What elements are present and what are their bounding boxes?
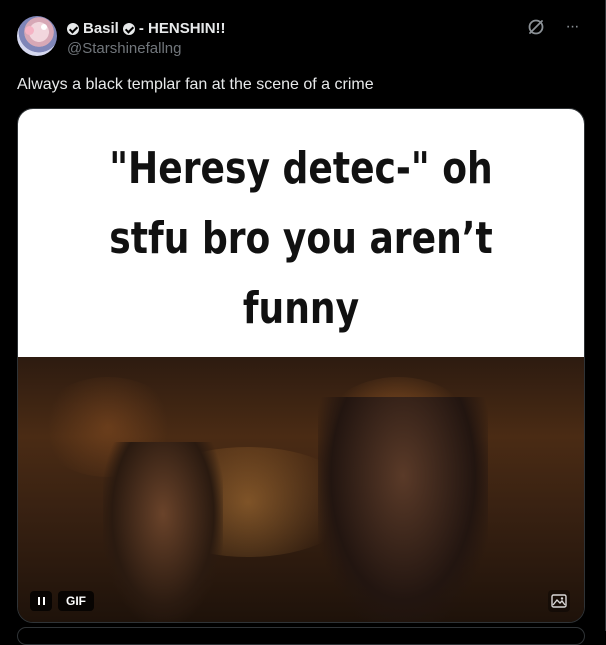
verified-badge-icon: [67, 22, 79, 35]
display-name-part-1[interactable]: Basil: [83, 20, 119, 37]
alt-image-icon[interactable]: [548, 590, 570, 612]
gif-caption-line-3: funny: [242, 283, 360, 334]
gif-caption-panel: "Heresy detec-" oh stfu bro you aren’t f…: [18, 109, 584, 357]
post-text: Always a black templar fan at the scene …: [17, 76, 374, 93]
verified-badge-icon: [122, 22, 135, 35]
avatar-highlight-icon: [41, 24, 47, 30]
avatar-heart-icon: [25, 26, 34, 35]
display-name-part-2[interactable]: - HENSHIN!!: [139, 20, 226, 37]
gif-badge: GIF: [58, 591, 94, 611]
grok-icon[interactable]: [526, 17, 546, 37]
next-media-card-edge: [17, 627, 585, 645]
author-handle[interactable]: @Starshinefallng: [67, 40, 181, 57]
gif-scene-image: GIF: [18, 357, 584, 622]
armored-figure: [318, 397, 488, 622]
post-actions: ···: [526, 17, 582, 37]
more-icon[interactable]: ···: [562, 17, 582, 37]
pause-icon[interactable]: [30, 591, 52, 611]
author-name-row[interactable]: Basil - HENSHIN!!: [67, 20, 226, 37]
more-label: ···: [565, 18, 580, 35]
avatar[interactable]: [17, 16, 57, 56]
gif-media[interactable]: "Heresy detec-" oh stfu bro you aren’t f…: [17, 108, 585, 623]
gif-caption-line-2: stfu bro you aren’t: [109, 213, 493, 264]
gif-controls: GIF: [30, 591, 94, 611]
gif-caption-line-1: "Heresy detec-" oh: [109, 143, 493, 194]
armored-figure: [103, 442, 223, 622]
